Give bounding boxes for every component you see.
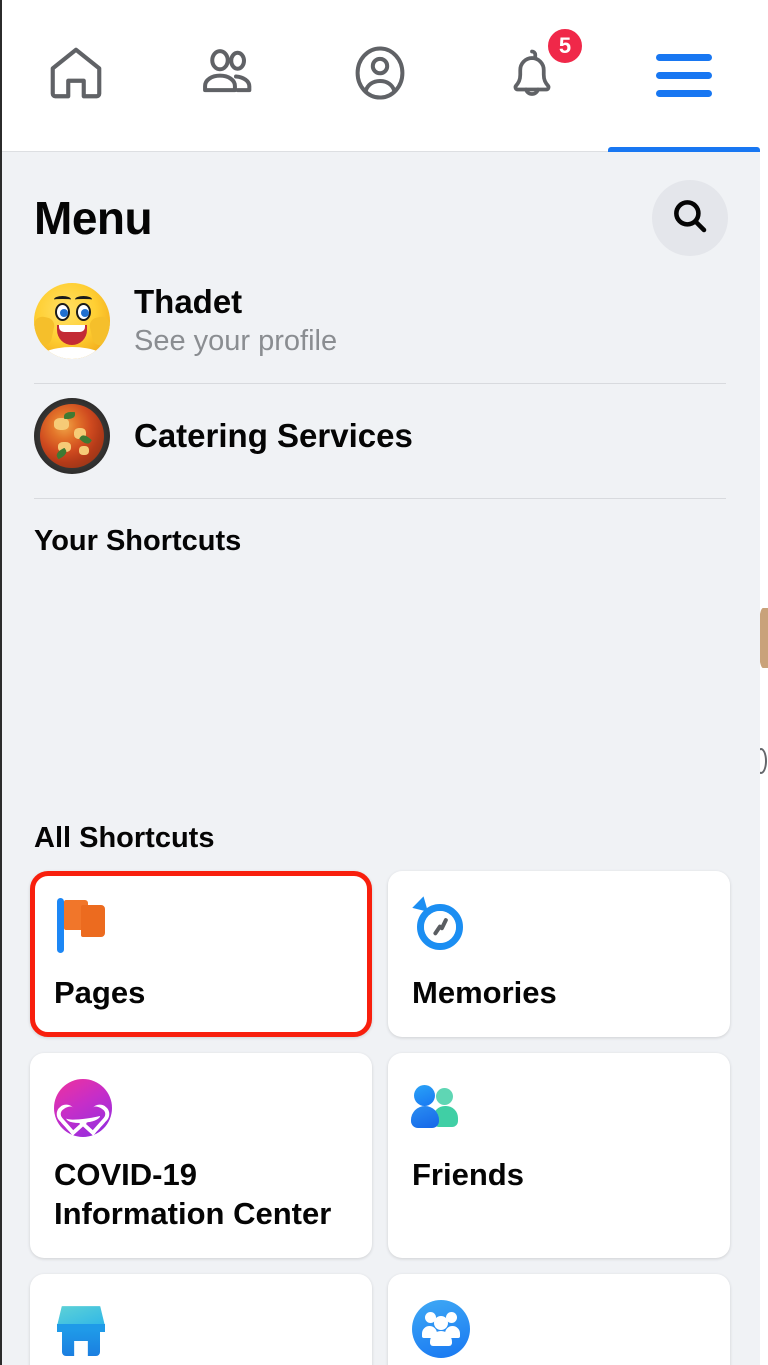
page-name: Catering Services — [134, 416, 413, 454]
profile-name: Thadet — [134, 283, 243, 320]
page-row-catering-services[interactable]: Catering Services — [0, 384, 760, 488]
page-title: Menu — [34, 192, 153, 244]
marketplace-storefront-icon — [54, 1300, 112, 1358]
shortcut-label: COVID-19 Information Center — [54, 1156, 332, 1232]
shortcut-card-memories[interactable]: Memories — [388, 871, 730, 1037]
all-shortcuts-grid: Pages Memories COVID-19 Information Cent… — [0, 855, 760, 1365]
see-your-profile-label: See your profile — [134, 325, 338, 358]
page-texts: Catering Services — [134, 416, 413, 456]
menu-panel: Menu Thadet See your profile Catering Se… — [0, 152, 760, 1365]
shortcut-card-groups[interactable]: Groups — [388, 1274, 730, 1365]
profile-row[interactable]: Thadet See your profile — [0, 268, 760, 373]
clock-rewind-icon — [410, 896, 470, 955]
groups-icon — [412, 1300, 470, 1359]
menu-screen: 5 Menu Thadet See your profile Catering … — [0, 0, 768, 1365]
notification-badge: 5 — [546, 27, 584, 65]
search-button[interactable] — [652, 180, 728, 256]
nav-tab-home[interactable] — [0, 0, 152, 152]
section-your-shortcuts: Your Shortcuts — [34, 525, 242, 558]
shortcut-card-friends[interactable]: Friends — [388, 1052, 730, 1259]
shortcut-card-marketplace[interactable] — [30, 1274, 372, 1365]
avatar — [34, 282, 110, 359]
shortcut-label: Pages — [54, 975, 146, 1011]
profile-texts: Thadet See your profile — [134, 282, 337, 359]
top-navigation-bar: 5 — [0, 0, 760, 152]
nav-tab-friends[interactable] — [152, 0, 304, 152]
hamburger-icon — [656, 54, 712, 97]
flag-icon — [54, 897, 112, 955]
bell-icon: 5 — [502, 27, 584, 108]
shortcut-label: Friends — [412, 1156, 524, 1192]
nav-tab-notifications[interactable]: 5 — [456, 0, 608, 152]
profile-circle-icon — [348, 41, 412, 110]
shortcut-card-pages[interactable]: Pages — [30, 871, 372, 1037]
section-all-shortcuts: All Shortcuts — [34, 822, 215, 855]
page-avatar — [34, 398, 110, 475]
your-shortcuts-empty-area — [0, 558, 760, 796]
friends-group-icon — [411, 1079, 470, 1137]
underlying-page-sliver — [755, 0, 768, 1365]
friends-icon — [196, 41, 260, 110]
shortcut-card-covid-19-information-center[interactable]: COVID-19 Information Center — [30, 1052, 372, 1259]
nav-tab-menu[interactable] — [608, 0, 760, 152]
search-icon — [669, 195, 711, 242]
shortcut-label: Memories — [412, 975, 557, 1011]
covid-heart-icon — [54, 1078, 112, 1137]
home-icon — [45, 42, 107, 109]
menu-header: Menu — [0, 152, 760, 268]
nav-tab-profile[interactable] — [304, 0, 456, 152]
